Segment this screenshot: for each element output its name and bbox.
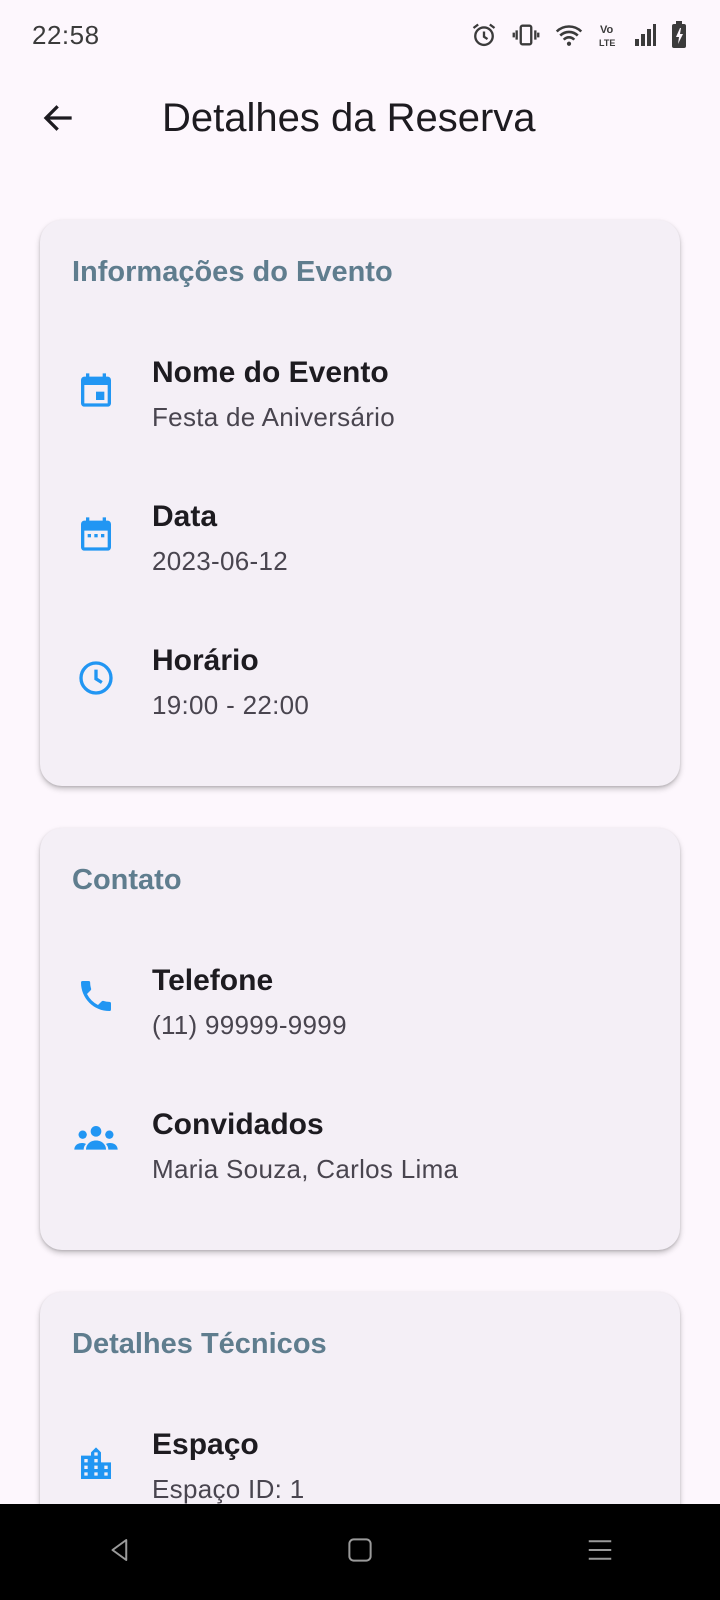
row-label: Convidados [152, 1108, 324, 1141]
app-bar: Detalhes da Reserva [0, 80, 720, 160]
nav-back-icon [105, 1535, 135, 1570]
info-row-phone: Telefone (11) 99999-9999 [40, 964, 680, 1064]
page-title: Detalhes da Reserva [162, 96, 536, 140]
nav-home-button[interactable] [320, 1512, 400, 1592]
status-icons: Vo LTE [470, 20, 688, 50]
status-bar: 22:58 Vo LTE [0, 0, 720, 70]
nav-home-icon [345, 1535, 375, 1570]
info-row-time: Horário 19:00 - 22:00 [40, 644, 680, 744]
section-title: Contato [72, 864, 182, 896]
row-label: Telefone [152, 964, 274, 997]
svg-text:Vo: Vo [600, 24, 614, 36]
info-row-date: Data 2023-06-12 [40, 500, 680, 600]
status-time: 22:58 [32, 19, 100, 50]
row-value: (11) 99999-9999 [152, 1010, 347, 1040]
section-title: Informações do Evento [72, 256, 393, 288]
svg-text:LTE: LTE [599, 38, 615, 48]
system-nav-bar [0, 1504, 720, 1600]
row-value: 19:00 - 22:00 [152, 690, 310, 720]
vibrate-icon [512, 21, 540, 49]
nav-recents-icon [585, 1535, 615, 1570]
battery-charging-icon [670, 20, 688, 50]
arrow-back-icon [40, 100, 76, 141]
building-icon [74, 1442, 118, 1486]
calendar-icon [74, 512, 118, 556]
phone-icon [74, 974, 118, 1018]
row-value: 2023-06-12 [152, 546, 288, 576]
nav-back-button[interactable] [80, 1512, 160, 1592]
clock-icon [74, 656, 118, 700]
row-label: Nome do Evento [152, 356, 389, 389]
event-icon [74, 368, 118, 412]
card-event-info: Informações do Evento Nome do Evento Fes… [40, 220, 680, 786]
section-title: Detalhes Técnicos [72, 1328, 327, 1360]
row-label: Horário [152, 644, 259, 677]
card-contact: Contato Telefone (11) 99999-9999 Convida… [40, 828, 680, 1250]
row-value: Maria Souza, Carlos Lima [152, 1154, 459, 1184]
alarm-icon [470, 21, 498, 49]
row-label: Espaço [152, 1428, 259, 1461]
info-row-guests: Convidados Maria Souza, Carlos Lima [40, 1108, 680, 1208]
nav-recents-button[interactable] [560, 1512, 640, 1592]
info-row-event-name: Nome do Evento Festa de Aniversário [40, 356, 680, 456]
back-button[interactable] [30, 92, 86, 148]
people-icon [70, 1116, 122, 1160]
row-label: Data [152, 500, 218, 533]
row-value: Espaço ID: 1 [152, 1474, 305, 1504]
screen: 22:58 Vo LTE Detalhes da Reserva Informa… [0, 0, 720, 1600]
wifi-icon [554, 21, 584, 49]
signal-icon [634, 22, 656, 48]
volte-icon: Vo LTE [598, 21, 620, 49]
row-value: Festa de Aniversário [152, 402, 396, 432]
